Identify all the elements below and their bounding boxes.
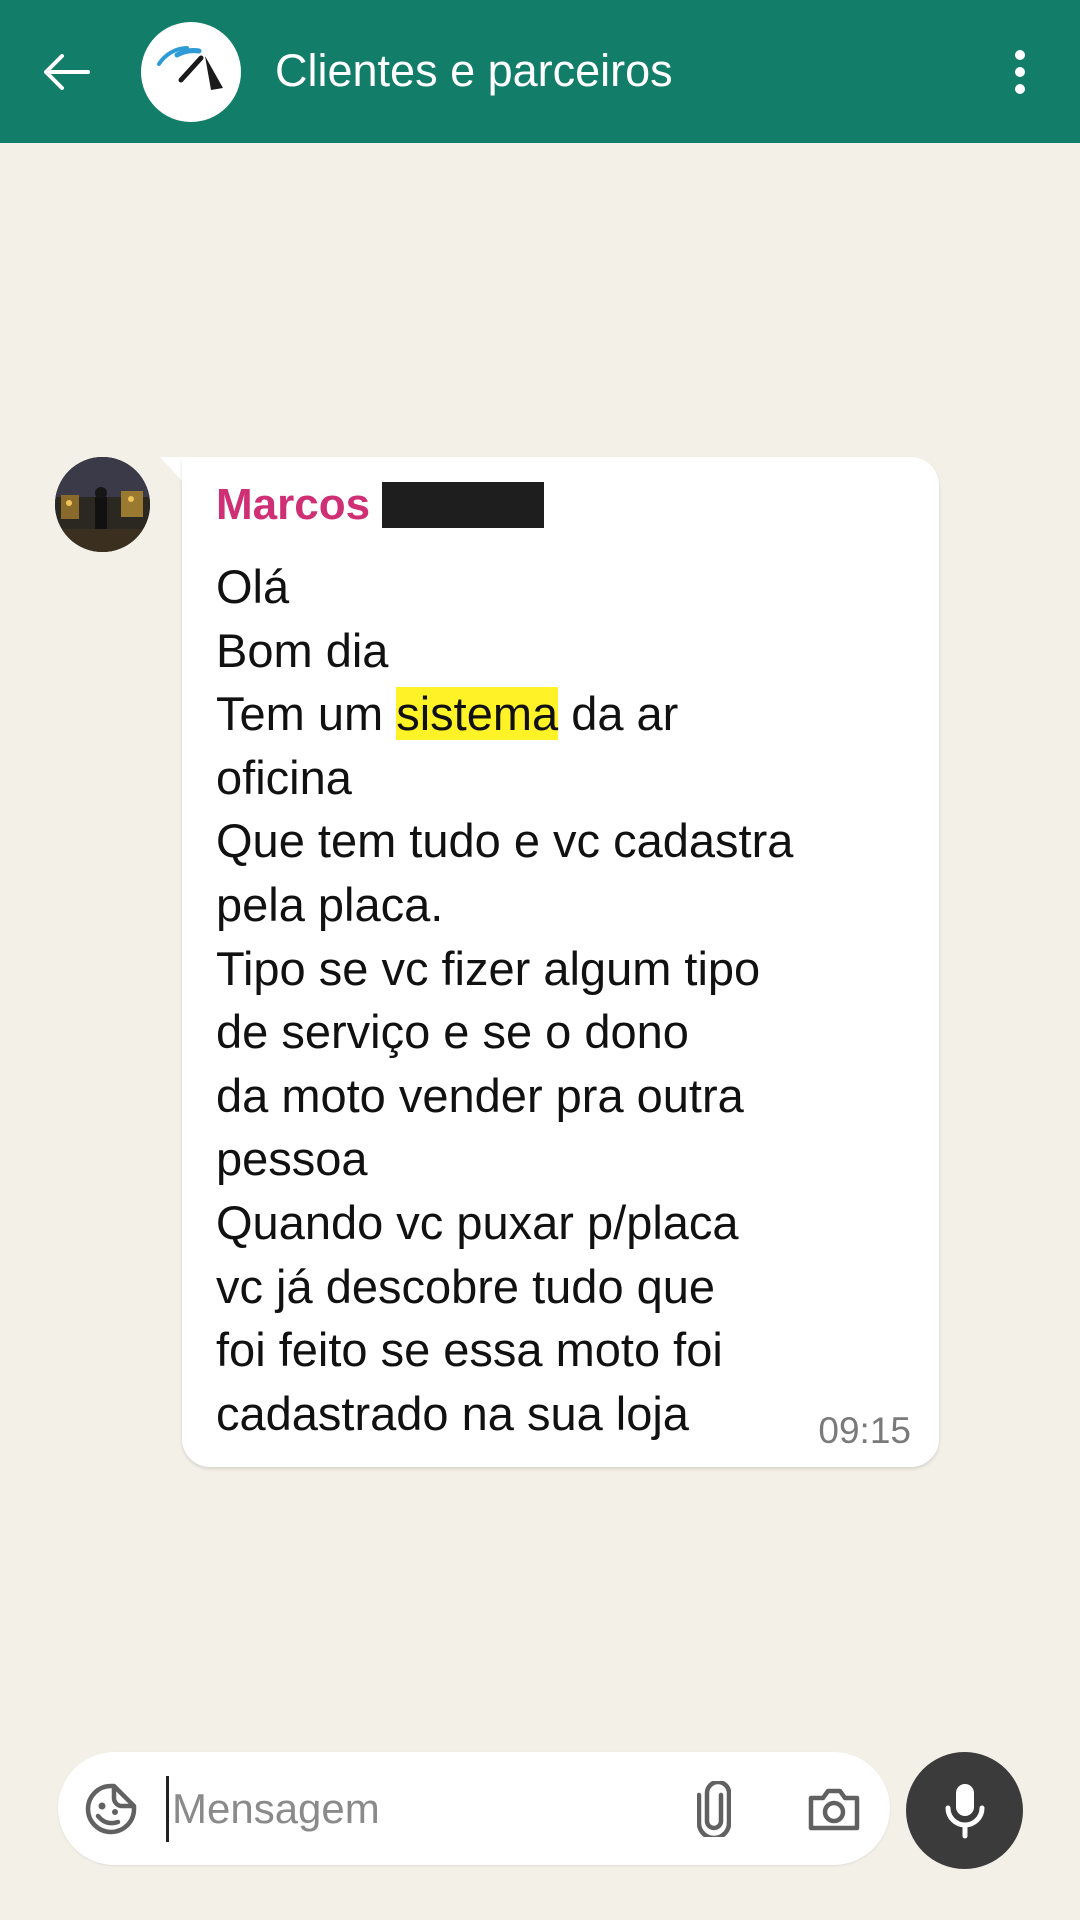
- sender-avatar[interactable]: [55, 457, 150, 552]
- paperclip-icon: [697, 1781, 731, 1837]
- message-line: Olá: [216, 560, 290, 613]
- sender-row: Marcos: [216, 475, 545, 535]
- arrow-left-icon: [44, 54, 90, 90]
- camera-button[interactable]: [804, 1778, 864, 1840]
- message-text-segment: Tem um: [216, 687, 397, 741]
- message-line: de serviço e se o dono: [216, 1005, 689, 1059]
- message-text-segment: da ar: [558, 687, 679, 741]
- bubble-tail: [160, 457, 184, 483]
- message-line: oficina: [216, 750, 352, 804]
- sticker-button[interactable]: [80, 1778, 142, 1840]
- message-timestamp: 09:15: [818, 1410, 911, 1451]
- message-line: vc já descobre tudo que: [216, 1259, 716, 1313]
- microphone-icon: [945, 1783, 984, 1838]
- sticker-icon: [85, 1783, 137, 1835]
- message-input[interactable]: [166, 1776, 586, 1842]
- attach-button[interactable]: [686, 1776, 742, 1842]
- message-line: da moto vender pra outra: [216, 1068, 744, 1122]
- group-avatar[interactable]: [141, 22, 241, 122]
- message-line: pela placa.: [216, 877, 444, 931]
- message-line: Quando vc puxar p/placa: [216, 1195, 739, 1249]
- message-line: Que tem tudo e vc cadastra: [216, 814, 794, 868]
- chat-title[interactable]: Clientes e parceiros: [275, 43, 673, 99]
- menu-button[interactable]: [1000, 42, 1040, 102]
- chat-header: Clientes e parceiros: [0, 0, 1080, 143]
- speedometer-icon: [157, 46, 223, 90]
- message-line: Tem um sistema da ar: [216, 682, 793, 746]
- camera-icon: [808, 1788, 860, 1831]
- sender-photo: [55, 457, 150, 552]
- more-vertical-icon: [1015, 50, 1025, 94]
- message-line: foi feito se essa moto foi: [216, 1323, 723, 1377]
- message-line: cadastrado na sua loja: [216, 1386, 689, 1440]
- message-line: Bom dia: [216, 623, 389, 677]
- message-bubble[interactable]: Marcos Olá Bom dia Tem um sistema da ar …: [182, 457, 939, 1467]
- sender-name[interactable]: Marcos: [216, 475, 370, 535]
- message-line: Tipo se vc fizer algum tipo: [216, 941, 761, 995]
- back-button[interactable]: [36, 42, 96, 102]
- message-line: pessoa: [216, 1132, 368, 1186]
- redacted-surname: [382, 482, 545, 528]
- search-highlight: sistema: [396, 687, 559, 741]
- message-text: Olá Bom dia Tem um sistema da ar oficina…: [216, 555, 793, 1445]
- voice-message-button[interactable]: [906, 1752, 1023, 1869]
- message-composer: [58, 1752, 890, 1865]
